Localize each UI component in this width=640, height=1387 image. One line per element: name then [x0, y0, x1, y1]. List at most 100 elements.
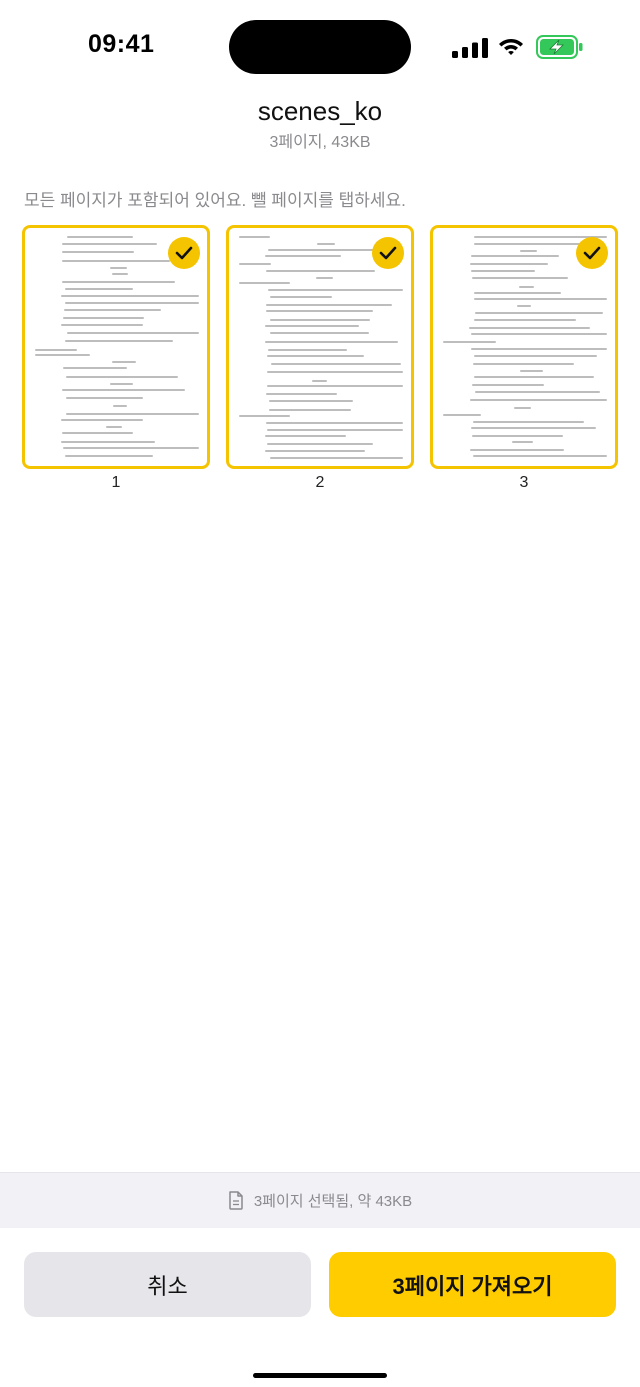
- text-line: [35, 354, 91, 356]
- text-line: [471, 427, 597, 429]
- page-preview: [441, 234, 607, 460]
- cellular-signal-icon: [452, 38, 488, 58]
- text-line: [474, 292, 562, 294]
- page-number-1: 1: [111, 474, 121, 491]
- text-line: [268, 289, 403, 291]
- home-indicator: [253, 1373, 387, 1378]
- text-line: [519, 370, 544, 372]
- text-line: [61, 243, 158, 245]
- text-line: [61, 419, 144, 421]
- wifi-icon: [499, 39, 523, 55]
- text-line: [64, 340, 173, 342]
- text-line: [519, 250, 538, 252]
- status-bar: 09:41: [0, 0, 640, 96]
- text-line: [66, 236, 134, 238]
- selection-summary: 3페이지 선택됨, 약 43KB: [0, 1172, 640, 1228]
- text-line: [62, 281, 176, 283]
- text-line: [471, 255, 559, 257]
- text-line: [62, 251, 134, 253]
- text-line: [239, 263, 272, 265]
- text-line: [316, 243, 335, 245]
- checkmark-icon: [168, 237, 200, 269]
- text-line: [239, 282, 291, 284]
- text-line: [63, 317, 144, 319]
- text-line: [474, 391, 600, 393]
- file-info: 3페이지, 43KB: [269, 134, 371, 151]
- text-line: [267, 429, 403, 431]
- text-line: [64, 288, 133, 290]
- text-line: [65, 376, 178, 378]
- text-line: [474, 319, 577, 321]
- checkmark-icon: [372, 237, 404, 269]
- text-line: [473, 455, 607, 457]
- text-line: [270, 319, 370, 321]
- text-line: [469, 399, 607, 401]
- status-time: 09:41: [88, 30, 155, 58]
- text-line: [471, 277, 568, 279]
- instruction-text: 모든 페이지가 포함되어 있어요. 뺄 페이지를 탭하세요.: [24, 191, 406, 210]
- text-line: [110, 383, 133, 385]
- page-thumbnail-2[interactable]: [226, 225, 414, 469]
- text-line: [267, 443, 373, 445]
- page-preview: [33, 234, 199, 460]
- text-line: [265, 422, 403, 424]
- text-line: [265, 435, 346, 437]
- page-number-2: 2: [315, 474, 325, 491]
- text-line: [268, 349, 348, 351]
- text-line: [268, 249, 385, 251]
- text-line: [472, 435, 564, 437]
- import-pages-button[interactable]: 3페이지 가져오기: [329, 1252, 616, 1317]
- text-line: [62, 260, 170, 262]
- text-line: [443, 414, 482, 416]
- text-line: [470, 348, 607, 350]
- text-line: [516, 305, 532, 307]
- text-line: [112, 361, 136, 363]
- text-line: [265, 450, 365, 452]
- text-line: [513, 407, 532, 409]
- text-line: [469, 449, 565, 451]
- text-line: [472, 384, 545, 386]
- page-thumbnail-3[interactable]: [430, 225, 618, 469]
- text-line: [61, 389, 185, 391]
- page-thumbnail-1[interactable]: [22, 225, 210, 469]
- text-line: [265, 255, 342, 257]
- text-line: [473, 243, 584, 245]
- text-line: [469, 263, 548, 265]
- text-line: [63, 367, 128, 369]
- text-line: [112, 405, 128, 407]
- page-preview: [237, 234, 403, 460]
- text-line: [265, 341, 398, 343]
- text-line: [471, 270, 535, 272]
- text-line: [473, 298, 607, 300]
- text-line: [239, 236, 270, 238]
- text-line: [65, 413, 199, 415]
- text-line: [106, 426, 122, 428]
- text-line: [443, 341, 497, 343]
- text-line: [473, 363, 575, 365]
- text-line: [265, 393, 337, 395]
- text-line: [518, 286, 535, 288]
- text-line: [63, 447, 199, 449]
- text-line: [474, 312, 604, 314]
- text-line: [265, 325, 359, 327]
- text-line: [266, 270, 375, 272]
- text-line: [269, 409, 351, 411]
- text-line: [269, 332, 369, 334]
- text-line: [110, 267, 128, 269]
- text-line: [270, 363, 401, 365]
- cancel-button[interactable]: 취소: [24, 1252, 311, 1317]
- text-line: [269, 400, 353, 402]
- text-line: [269, 296, 333, 298]
- text-line: [270, 457, 403, 459]
- text-line: [266, 304, 392, 306]
- text-line: [472, 421, 584, 423]
- text-line: [61, 324, 143, 326]
- page-number-3: 3: [519, 474, 529, 491]
- text-line: [61, 441, 156, 443]
- text-line: [64, 302, 199, 304]
- text-line: [473, 376, 594, 378]
- text-line: [267, 371, 403, 373]
- summary-text: 3페이지 선택됨, 약 43KB: [253, 1193, 413, 1210]
- text-line: [474, 355, 597, 357]
- text-line: [65, 397, 144, 399]
